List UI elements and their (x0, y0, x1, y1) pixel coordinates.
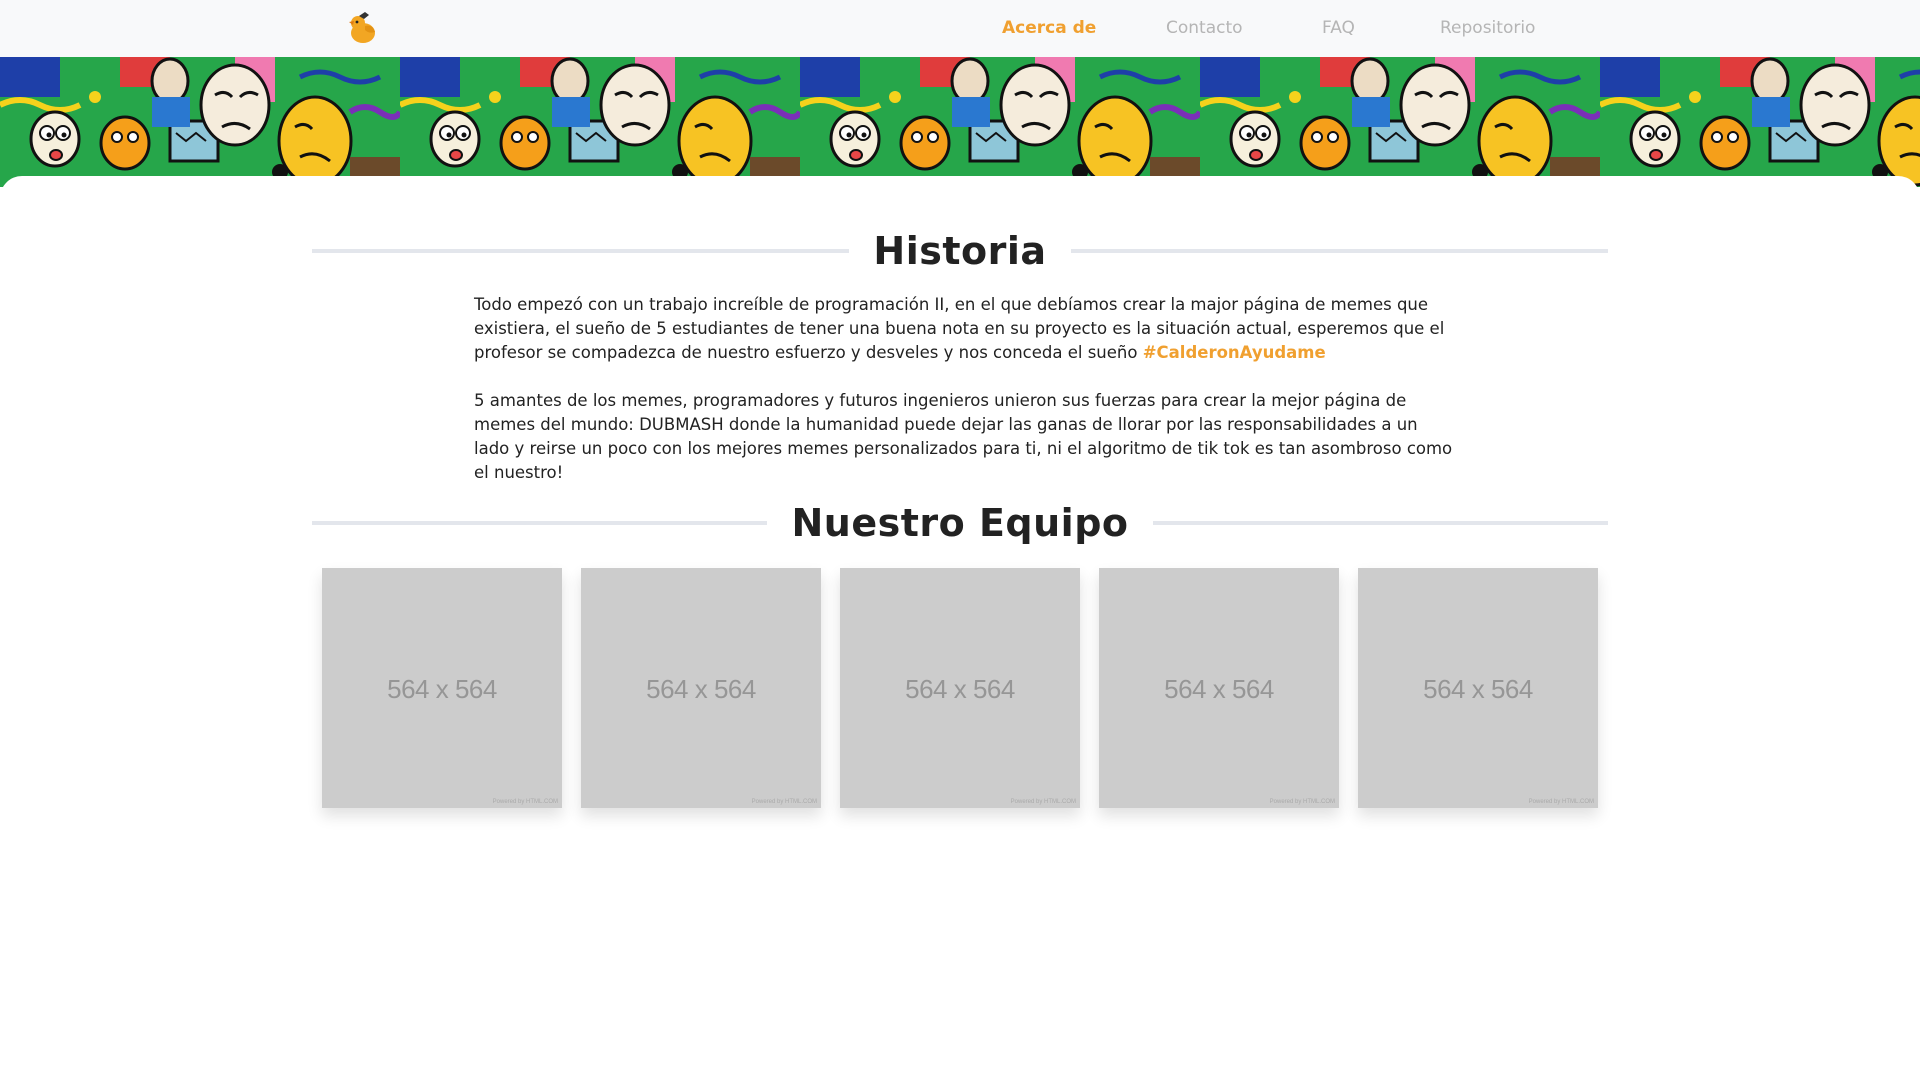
navbar: Acerca de Contacto FAQ Repositorio (0, 0, 1920, 57)
team-member-card[interactable]: 564 x 564 Powered by HTML.COM (1099, 568, 1339, 808)
equipo-title: Nuestro Equipo (767, 498, 1153, 548)
team-member-card[interactable]: 564 x 564 Powered by HTML.COM (322, 568, 562, 808)
calderon-ayudame-hashtag-link[interactable]: #CalderonAyudame (1143, 343, 1326, 362)
nav-link-acerca-de[interactable]: Acerca de (1002, 17, 1096, 39)
placeholder-credit: Powered by HTML.COM (1269, 799, 1335, 805)
placeholder-size-label: 564 x 564 (387, 674, 497, 704)
team-member-card[interactable]: 564 x 564 Powered by HTML.COM (840, 568, 1080, 808)
historia-section-heading: Historia (312, 226, 1608, 276)
nav-link-repositorio[interactable]: Repositorio (1440, 17, 1535, 39)
main-content: Historia Todo empezó con un trabajo incr… (0, 176, 1920, 1080)
team-members-row: 564 x 564 Powered by HTML.COM 564 x 564 … (322, 568, 1598, 808)
historia-title: Historia (849, 226, 1071, 276)
placeholder-size-label: 564 x 564 (1423, 674, 1533, 704)
team-member-card[interactable]: 564 x 564 Powered by HTML.COM (581, 568, 821, 808)
placeholder-credit: Powered by HTML.COM (492, 799, 558, 805)
historia-paragraph-1: Todo empezó con un trabajo increíble de … (474, 293, 1454, 365)
placeholder-size-label: 564 x 564 (1164, 674, 1274, 704)
historia-paragraph-2: 5 amantes de los memes, programadores y … (474, 391, 1453, 482)
team-member-card[interactable]: 564 x 564 Powered by HTML.COM (1358, 568, 1598, 808)
placeholder-credit: Powered by HTML.COM (1010, 799, 1076, 805)
placeholder-size-label: 564 x 564 (646, 674, 756, 704)
nav-link-contacto[interactable]: Contacto (1166, 17, 1243, 39)
equipo-section-heading: Nuestro Equipo (312, 498, 1608, 548)
nav-link-faq[interactable]: FAQ (1322, 17, 1355, 39)
placeholder-credit: Powered by HTML.COM (1528, 799, 1594, 805)
placeholder-size-label: 564 x 564 (905, 674, 1015, 704)
meme-collage-banner (0, 57, 1920, 187)
placeholder-credit: Powered by HTML.COM (751, 799, 817, 805)
meme-collage-image (0, 57, 1920, 187)
duck-logo-icon[interactable] (345, 10, 381, 46)
